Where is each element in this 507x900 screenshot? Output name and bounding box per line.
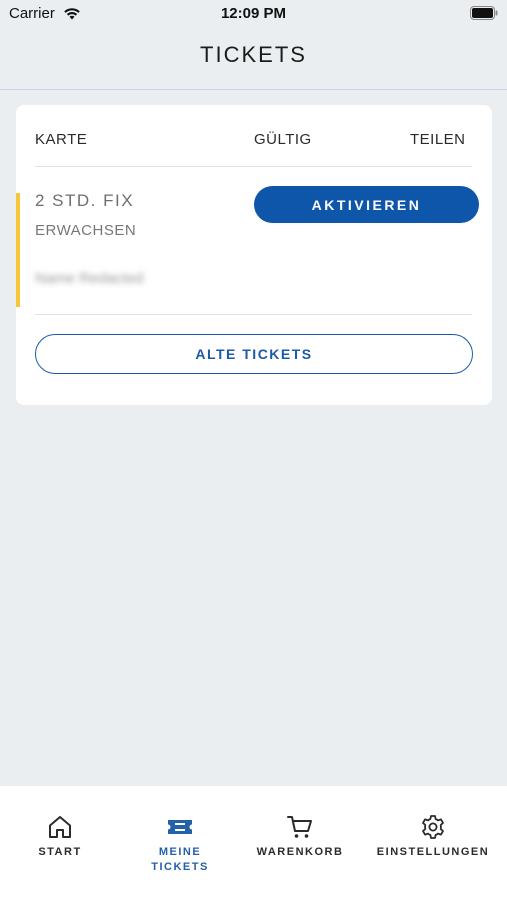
ticket-name: 2 STD. FIX	[35, 191, 135, 210]
tab-label: WARENKORB	[256, 846, 344, 858]
tab-label: EINSTELLUNGEN	[376, 846, 490, 858]
nav-header: TICKETS	[0, 28, 507, 90]
battery-icon	[470, 6, 498, 20]
column-header-teilen: TEILEN	[410, 131, 466, 148]
tickets-card: KARTE GÜLTIG TEILEN 2 STD. FIX ERWACHSEN…	[16, 105, 492, 405]
gear-icon	[422, 815, 444, 839]
clock: 12:09 PM	[220, 5, 287, 22]
ticket-icon	[168, 820, 192, 834]
tab-bar: START MEINE TICKETS WARENKORB EINSTELLUN…	[0, 786, 507, 900]
column-header-gueltig: GÜLTIG	[254, 131, 312, 148]
header-divider	[35, 166, 472, 167]
ticket-holder-name: Name Redacted	[35, 270, 144, 287]
activate-button[interactable]: AKTIVIEREN	[254, 186, 479, 223]
status-bar: Carrier 12:09 PM	[0, 0, 507, 28]
ticket-accent-bar	[16, 193, 20, 307]
page-title: TICKETS	[200, 42, 307, 67]
tab-warenkorb[interactable]: WARENKORB	[240, 814, 360, 860]
ticket-divider	[35, 314, 472, 315]
tab-start[interactable]: START	[0, 814, 120, 860]
tab-meine-tickets[interactable]: MEINE TICKETS	[120, 814, 240, 875]
tab-label: MEINE TICKETS	[151, 846, 209, 873]
old-tickets-button[interactable]: ALTE TICKETS	[35, 334, 473, 374]
tab-einstellungen[interactable]: EINSTELLUNGEN	[373, 814, 493, 860]
ticket-type: ERWACHSEN	[35, 222, 137, 239]
cart-icon	[287, 816, 312, 838]
tab-label: START	[38, 846, 82, 858]
column-header-karte: KARTE	[35, 131, 88, 148]
home-icon	[49, 816, 71, 838]
